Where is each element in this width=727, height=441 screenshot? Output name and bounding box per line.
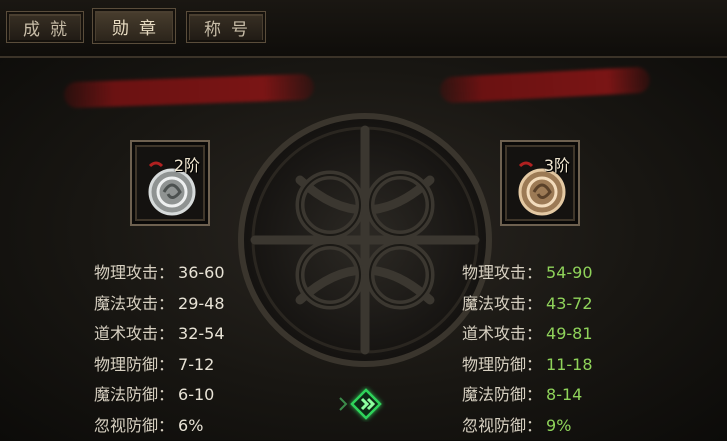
stat-value: 6-10 [178,380,214,411]
stat-row: 物理攻击：36-60 [94,258,225,289]
tab-medals[interactable]: 勋章 [92,8,176,44]
stat-label: 道术攻击： [94,319,174,350]
tab-titles[interactable]: 称号 [186,11,266,43]
stat-value: 36-60 [178,258,225,289]
stat-value: 11-18 [546,350,593,381]
next-stats-list: 物理攻击：54-90 魔法攻击：43-72 道术攻击：49-81 物理防御：11… [462,258,593,441]
stat-label: 魔法攻击： [94,289,174,320]
stat-value: 8-14 [546,380,582,411]
right-name-redacted [439,67,650,104]
stat-value: 49-81 [546,319,593,350]
stat-row: 物理防御：11-18 [462,350,593,381]
stat-row: 忽视防御：6% [94,411,225,441]
stat-label: 忽视防御： [94,411,174,441]
stat-value: 7-12 [178,350,214,381]
stat-row: 物理攻击：54-90 [462,258,593,289]
medal-tier-label: 3阶 [544,152,570,176]
stat-row: 忽视防御：9% [462,411,593,441]
left-name-redacted [64,74,315,109]
medal-panel: 2阶 3阶 物理攻击：36-60 魔法攻击：29-48 道术攻击：32-54 物… [0,58,727,440]
stat-value: 6% [178,411,203,441]
stat-label: 魔法攻击： [462,289,542,320]
stat-row: 道术攻击：32-54 [94,319,225,350]
stat-row: 道术攻击：49-81 [462,319,593,350]
stat-label: 魔法防御： [462,380,542,411]
stat-value: 9% [546,411,571,441]
current-stats-list: 物理攻击：36-60 魔法攻击：29-48 道术攻击：32-54 物理防御：7-… [94,258,225,441]
stat-value: 54-90 [546,258,593,289]
tab-bar: 成就 勋章 称号 [0,0,727,58]
stat-label: 魔法防御： [94,380,174,411]
stat-value: 29-48 [178,289,225,320]
celtic-knot-emblem [238,110,492,370]
stat-label: 物理攻击： [94,258,174,289]
stat-value: 32-54 [178,319,225,350]
stat-label: 物理防御： [462,350,542,381]
stat-row: 物理防御：7-12 [94,350,225,381]
next-medal-slot[interactable]: 3阶 [500,140,580,226]
stat-label: 物理攻击： [462,258,542,289]
stat-label: 忽视防御： [462,411,542,441]
stat-label: 物理防御： [94,350,174,381]
stat-label: 道术攻击： [462,319,542,350]
upgrade-arrow-icon[interactable] [338,386,388,422]
stat-row: 魔法防御：6-10 [94,380,225,411]
tab-achievements[interactable]: 成就 [6,11,84,43]
medal-tier-label: 2阶 [174,152,200,176]
stat-value: 43-72 [546,289,593,320]
current-medal-slot[interactable]: 2阶 [130,140,210,226]
stat-row: 魔法防御：8-14 [462,380,593,411]
stat-row: 魔法攻击：29-48 [94,289,225,320]
stat-row: 魔法攻击：43-72 [462,289,593,320]
